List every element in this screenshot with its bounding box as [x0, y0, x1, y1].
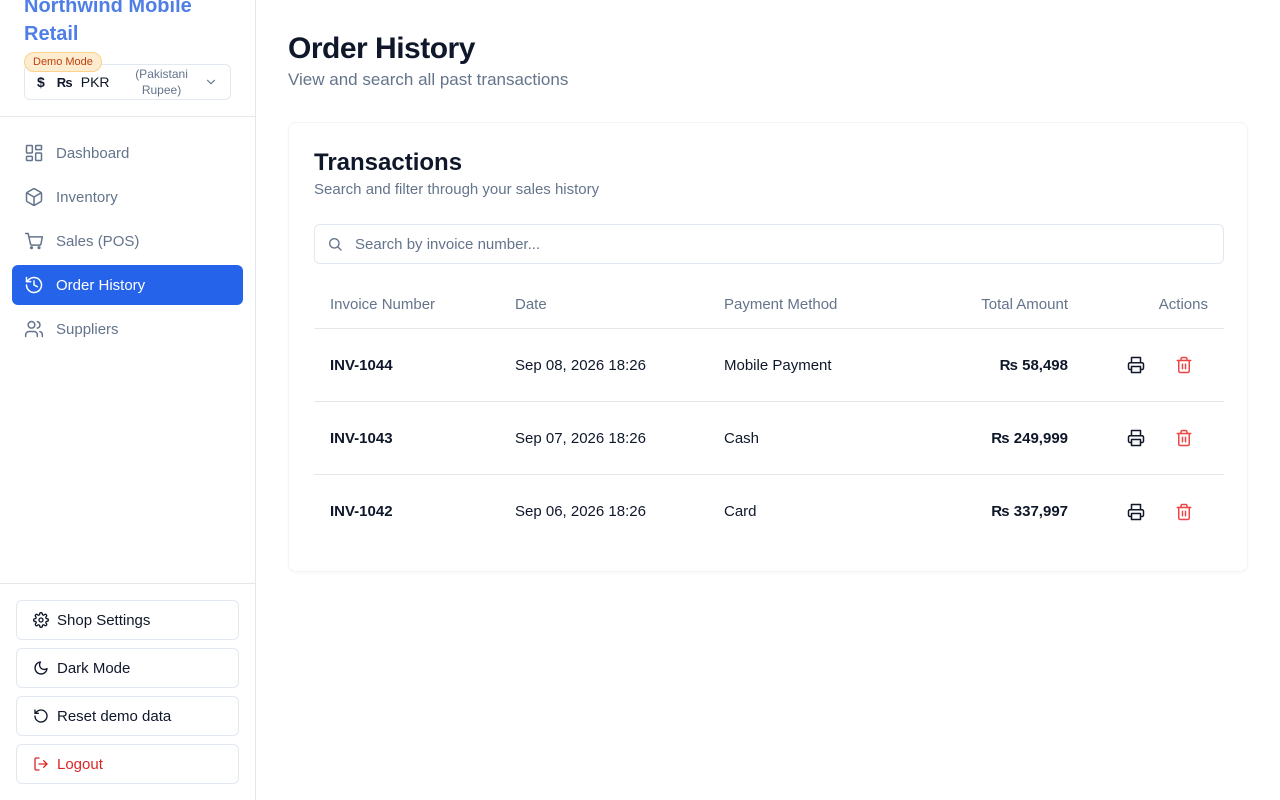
- printer-icon: [1127, 429, 1145, 447]
- order-date: Sep 06, 2026 18:26: [515, 503, 646, 520]
- printer-icon: [1127, 356, 1145, 374]
- history-icon: [24, 275, 44, 295]
- brand-name: Northwind Mobile Retail: [24, 0, 192, 45]
- chevron-down-icon: [204, 75, 218, 92]
- sidebar-item-suppliers[interactable]: Suppliers: [12, 309, 243, 349]
- table-row[interactable]: INV-1044 Sep 08, 2026 18:26 Mobile Payme…: [314, 329, 1224, 402]
- invoice-number: INV-1043: [330, 429, 393, 447]
- logout-button[interactable]: Logout: [16, 744, 239, 784]
- payment-method: Mobile Payment: [724, 356, 832, 374]
- search-box: [314, 224, 1224, 264]
- payment-method: Card: [724, 503, 757, 520]
- logout-icon: [33, 756, 49, 772]
- page-subtitle: View and search all past transactions: [288, 70, 569, 89]
- total-amount: ₨ 249,999: [991, 429, 1068, 447]
- page-title: Order History: [288, 32, 475, 65]
- print-button[interactable]: [1124, 426, 1148, 450]
- search-icon: [327, 236, 343, 252]
- trash-icon: [1176, 429, 1192, 447]
- sidebar-item-label: Sales (POS): [56, 232, 140, 250]
- gear-icon: [33, 612, 49, 628]
- column-header-date[interactable]: Date: [499, 296, 708, 313]
- payment-method: Cash: [724, 429, 760, 447]
- column-header-payment-method[interactable]: Payment Method: [708, 296, 888, 313]
- sidebar-item-label: Dashboard: [56, 144, 130, 162]
- package-icon: [24, 187, 44, 207]
- column-header-invoice[interactable]: Invoice Number: [314, 296, 499, 313]
- reset-demo-label: Reset demo data: [57, 707, 172, 725]
- column-header-total[interactable]: Total Amount: [888, 296, 1068, 313]
- printer-icon: [1127, 503, 1145, 520]
- sidebar-nav: Dashboard Inventory Sales (POS) Order Hi…: [12, 133, 243, 353]
- print-button[interactable]: [1124, 500, 1148, 524]
- sidebar-item-label: Inventory: [56, 188, 118, 206]
- rotate-ccw-icon: [33, 708, 49, 724]
- column-header-actions: Actions: [1158, 296, 1208, 313]
- delete-button[interactable]: [1172, 353, 1196, 377]
- sidebar-item-label: Suppliers: [56, 320, 119, 338]
- trash-icon: [1176, 503, 1192, 520]
- dollar-icon: $: [37, 74, 45, 90]
- sidebar-item-order-history[interactable]: Order History: [12, 265, 243, 305]
- transactions-card: Transactions Search and filter through y…: [288, 122, 1248, 572]
- invoice-number: INV-1042: [330, 503, 393, 520]
- sidebar: Northwind Mobile Retail Demo Mode $ ₨ PK…: [0, 0, 256, 800]
- transactions-table: Invoice Number Date Payment Method Total…: [314, 281, 1224, 548]
- sidebar-bottom-divider: [0, 583, 255, 584]
- card-title: Transactions: [314, 149, 463, 176]
- delete-button[interactable]: [1172, 500, 1196, 524]
- shopping-cart-icon: [24, 231, 44, 251]
- total-amount: ₨ 337,997: [991, 503, 1068, 520]
- shop-settings-label: Shop Settings: [57, 611, 151, 629]
- sidebar-item-sales[interactable]: Sales (POS): [12, 221, 243, 261]
- dashboard-icon: [24, 143, 44, 163]
- order-date: Sep 07, 2026 18:26: [515, 429, 646, 447]
- search-input[interactable]: [355, 235, 1205, 253]
- order-date: Sep 08, 2026 18:26: [515, 356, 646, 374]
- sidebar-item-label: Order History: [56, 276, 146, 294]
- invoice-number: INV-1044: [330, 356, 393, 374]
- card-subtitle: Search and filter through your sales his…: [314, 181, 600, 198]
- total-amount: ₨ 58,498: [999, 356, 1068, 374]
- table-row[interactable]: INV-1043 Sep 07, 2026 18:26 Cash ₨ 249,9…: [314, 402, 1224, 475]
- trash-icon: [1176, 356, 1192, 374]
- moon-icon: [33, 660, 49, 676]
- row-actions: [1068, 500, 1224, 524]
- reset-demo-button[interactable]: Reset demo data: [16, 696, 239, 736]
- dark-mode-label: Dark Mode: [57, 659, 131, 677]
- delete-button[interactable]: [1172, 426, 1196, 450]
- demo-mode-badge: Demo Mode: [24, 52, 102, 72]
- currency-symbol: ₨: [56, 74, 73, 90]
- table-header: Invoice Number Date Payment Method Total…: [314, 281, 1224, 329]
- logout-label: Logout: [57, 755, 103, 773]
- table-row[interactable]: INV-1042 Sep 06, 2026 18:26 Card ₨ 337,9…: [314, 475, 1224, 548]
- row-actions: [1068, 353, 1224, 377]
- row-actions: [1068, 426, 1224, 450]
- dark-mode-button[interactable]: Dark Mode: [16, 648, 239, 688]
- sidebar-item-inventory[interactable]: Inventory: [12, 177, 243, 217]
- print-button[interactable]: [1124, 353, 1148, 377]
- sidebar-item-dashboard[interactable]: Dashboard: [12, 133, 243, 173]
- currency-code: PKR: [80, 74, 110, 90]
- sidebar-divider: [0, 116, 255, 117]
- shop-settings-button[interactable]: Shop Settings: [16, 600, 239, 640]
- users-icon: [24, 319, 44, 339]
- currency-name: (Pakistani Rupee): [135, 67, 188, 97]
